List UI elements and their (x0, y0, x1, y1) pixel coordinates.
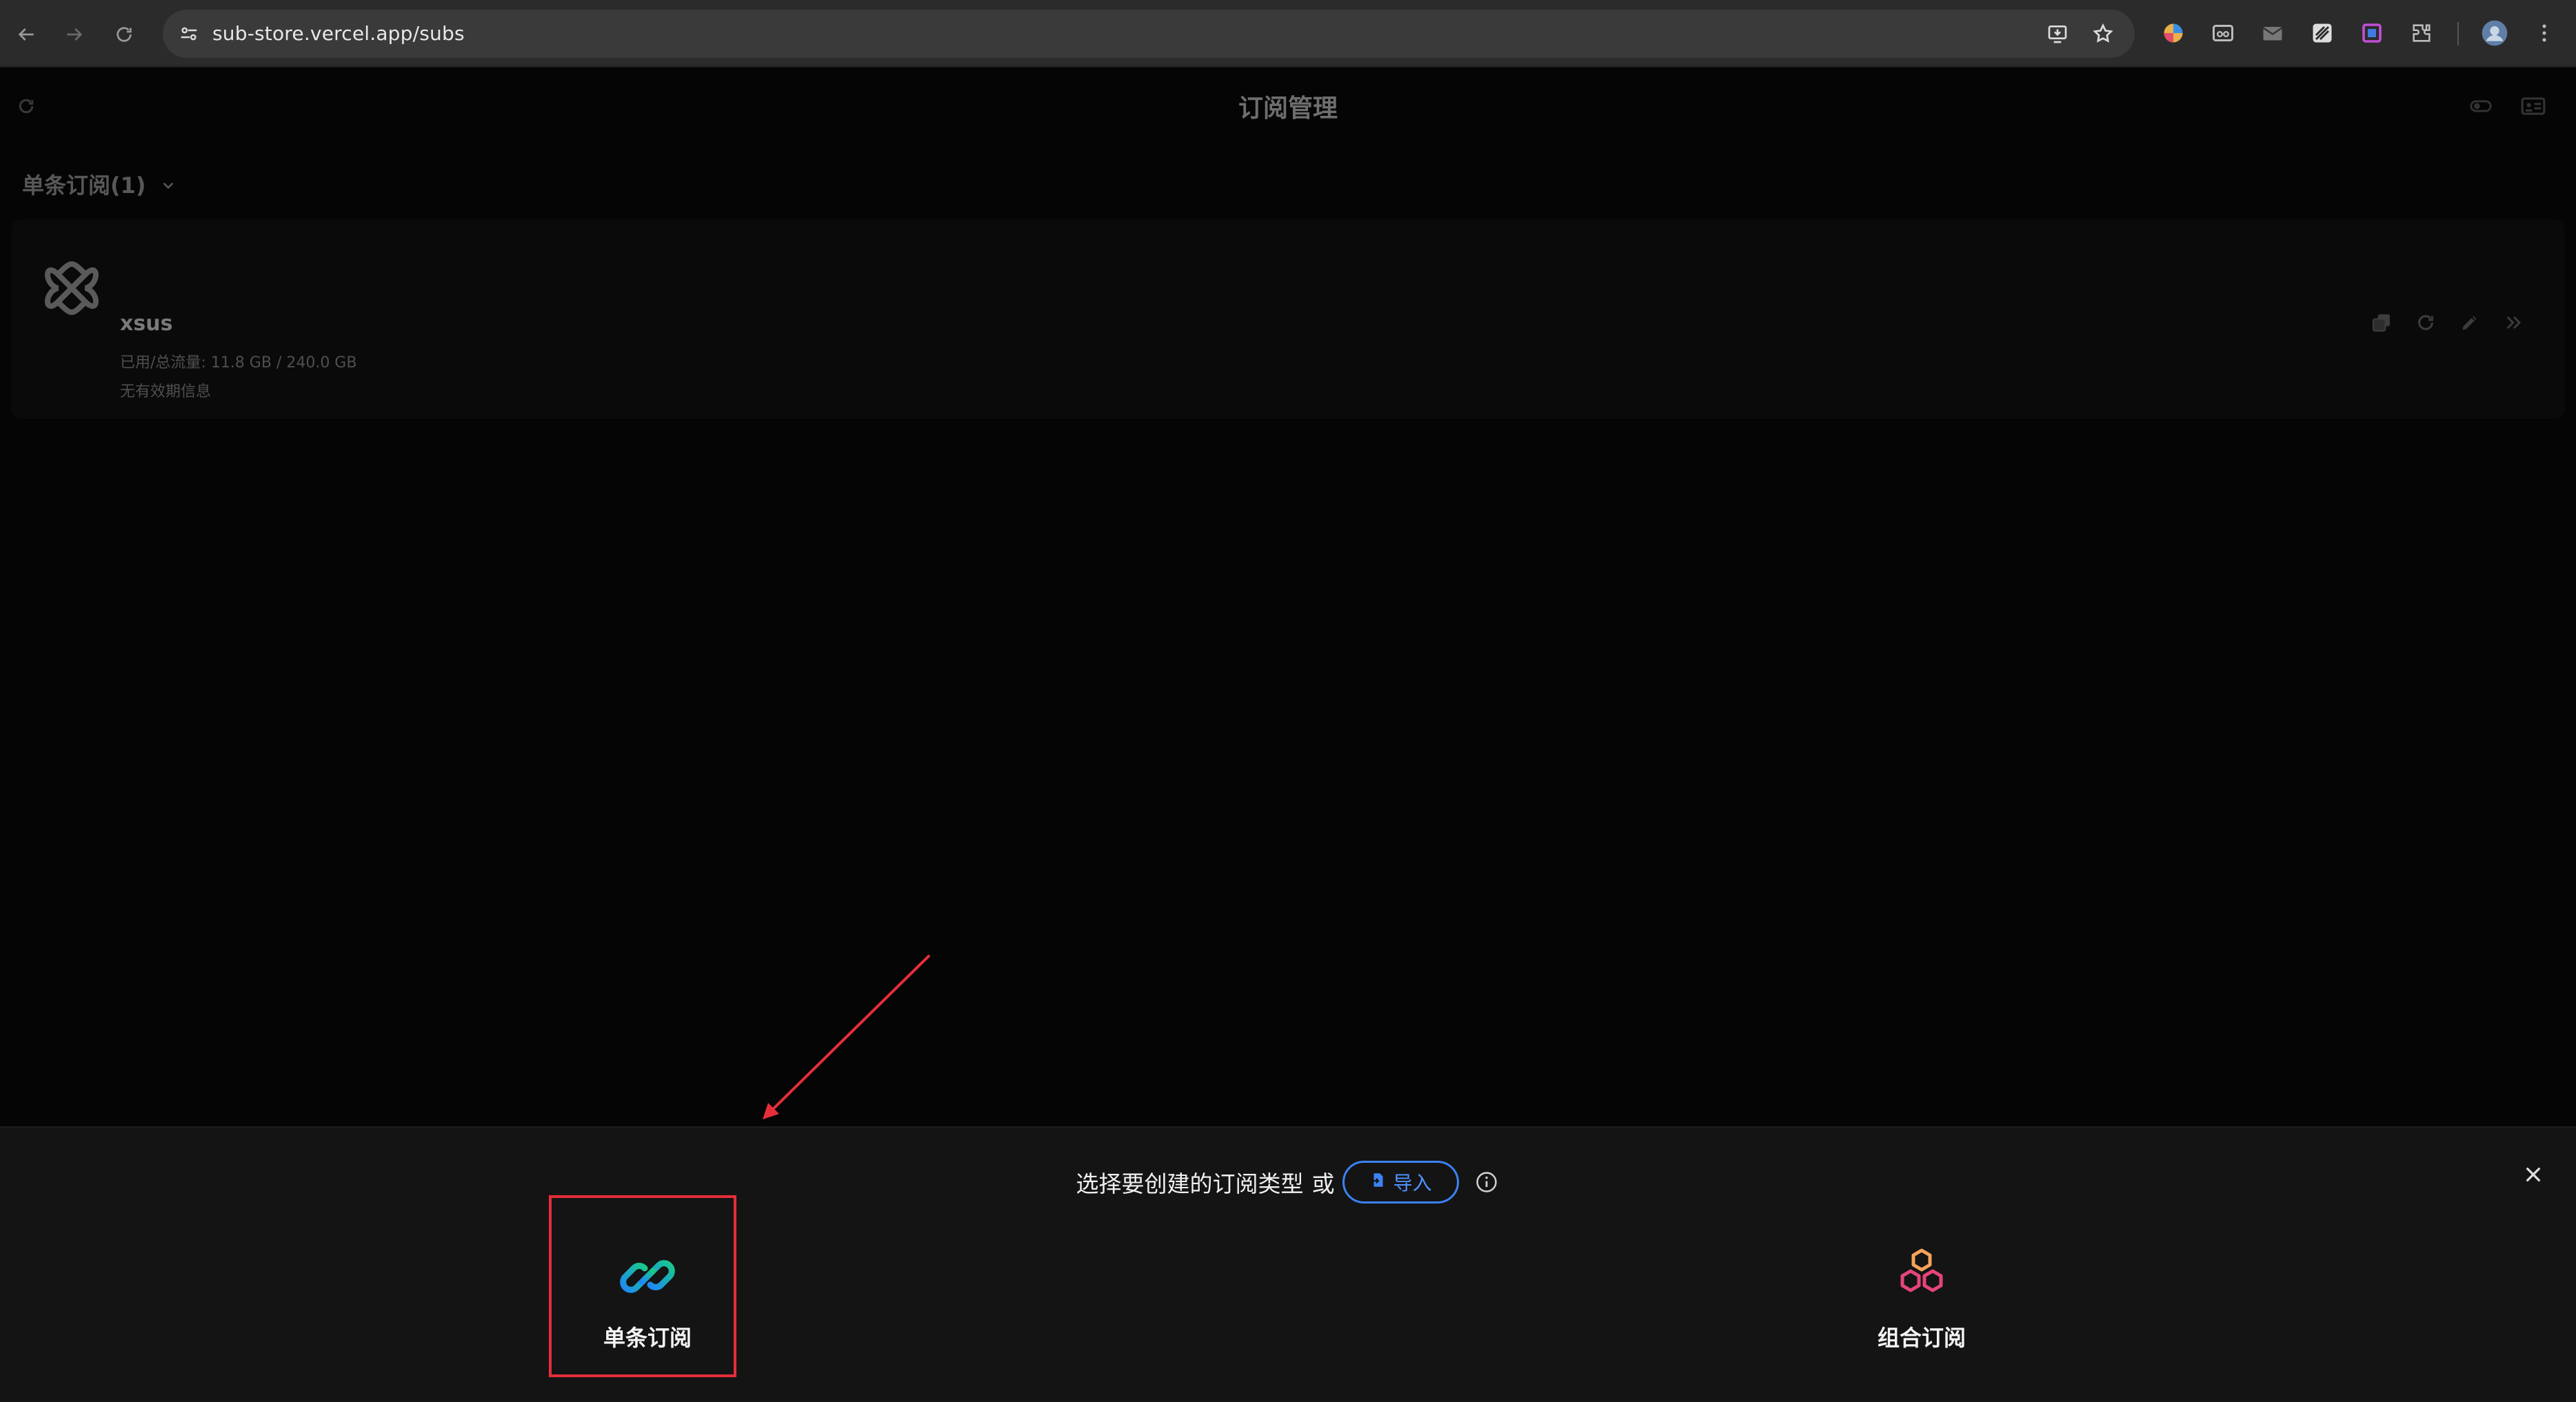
info-icon[interactable] (1473, 1168, 1500, 1196)
annotation-arrow-icon (745, 950, 952, 1129)
import-button[interactable]: 导入 (1342, 1161, 1459, 1203)
expand-icon[interactable] (2500, 309, 2528, 336)
extension-glasses-icon[interactable] (2208, 18, 2238, 48)
toolbar-divider (2457, 22, 2459, 45)
annotation-highlight-box (549, 1195, 736, 1377)
extension-frame-icon[interactable] (2357, 18, 2387, 48)
close-icon[interactable] (2517, 1158, 2550, 1191)
back-icon[interactable] (7, 15, 46, 54)
combined-subscription-option[interactable]: 组合订阅 (1829, 1197, 2015, 1377)
combined-subscription-label: 组合订阅 (1877, 1325, 1966, 1351)
url-text[interactable]: sub-store.vercel.app/subs (212, 10, 465, 58)
id-card-icon[interactable] (2519, 92, 2547, 120)
forward-icon[interactable] (55, 15, 94, 54)
reload-icon[interactable] (105, 15, 143, 54)
extensions-icon[interactable] (2406, 18, 2437, 48)
address-bar[interactable]: sub-store.vercel.app/subs (163, 10, 2135, 58)
import-button-label: 导入 (1393, 1172, 1432, 1195)
app-header: 订阅管理 (0, 68, 2576, 143)
browser-toolbar: sub-store.vercel.app/subs (0, 0, 2576, 68)
create-subscription-sheet: 选择要创建的订阅类型 或 导入 单条订阅 组合订阅 (0, 1126, 2576, 1402)
sheet-or-text: 或 (1311, 1170, 1335, 1197)
extension-mail-icon[interactable] (2257, 18, 2288, 48)
page-title: 订阅管理 (1238, 94, 1338, 123)
toggle-view-icon[interactable] (2467, 92, 2495, 120)
group-title[interactable]: 单条订阅(1) (22, 168, 177, 200)
edit-icon[interactable] (2456, 309, 2484, 336)
extension-pattern-icon[interactable] (2307, 18, 2337, 48)
more-menu-icon[interactable] (2529, 18, 2559, 48)
profile-avatar-icon[interactable] (2479, 18, 2510, 48)
sheet-prompt-text: 选择要创建的订阅类型 (1076, 1170, 1304, 1197)
site-info-icon[interactable] (174, 19, 204, 49)
extension-color-icon[interactable] (2158, 18, 2188, 48)
hexagons-icon (1890, 1245, 1953, 1308)
install-app-icon[interactable] (2042, 19, 2073, 49)
refresh-icon[interactable] (2412, 309, 2439, 336)
sheet-prompt: 选择要创建的订阅类型 或 导入 (0, 1158, 2576, 1206)
group-title-label: 单条订阅(1) (22, 172, 146, 199)
subscription-usage: 已用/总流量: 11.8 GB / 240.0 GB (120, 354, 357, 372)
file-import-icon (1369, 1171, 1387, 1194)
subscription-name: xsus (120, 312, 173, 336)
subscription-card[interactable]: xsus 已用/总流量: 11.8 GB / 240.0 GB 无有效期信息 (11, 219, 2565, 419)
subscription-expiry: 无有效期信息 (120, 383, 212, 400)
subscription-logo-icon (37, 254, 106, 323)
copy-icon[interactable] (2368, 309, 2395, 336)
bookmark-star-icon[interactable] (2088, 19, 2118, 49)
chevron-down-icon (159, 174, 177, 200)
